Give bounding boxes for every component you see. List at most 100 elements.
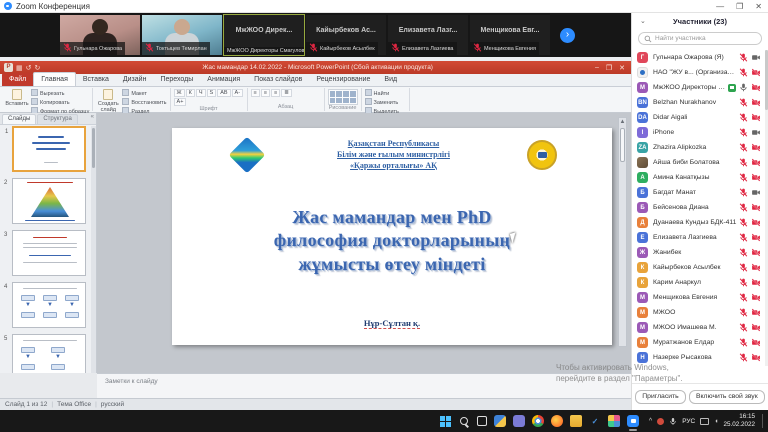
tray-volume-icon[interactable]: ◖: [714, 418, 718, 425]
taskview-icon[interactable]: [477, 416, 487, 426]
ppt-minimize-button[interactable]: –: [595, 64, 599, 72]
ribbon-tab-Анимация[interactable]: Анимация: [200, 73, 247, 86]
ribbon-group: Рисование: [325, 88, 362, 111]
thumbnail-graphic: [43, 295, 57, 301]
next-page-button[interactable]: ›: [560, 28, 575, 43]
ribbon-button[interactable]: S: [207, 89, 217, 97]
ribbon-button[interactable]: АВ: [217, 89, 230, 97]
notes-area[interactable]: Заметки к слайду: [97, 373, 631, 398]
save-icon[interactable]: ▦: [16, 64, 23, 72]
chrome-icon[interactable]: [532, 415, 544, 427]
slide-title: Жас мамандар мен PhD философия докторлар…: [202, 206, 582, 276]
ribbon-group-body: ЖКЧSАВА- А+: [174, 89, 244, 106]
clock[interactable]: 16:15 25.02.2022: [723, 413, 755, 429]
video-tile[interactable]: Елизавета Лазг...Елизавета Лазгиева: [388, 15, 468, 55]
ribbon-button[interactable]: Создать слайд: [96, 89, 120, 113]
language-indicator[interactable]: РУС: [682, 418, 695, 425]
maximize-button[interactable]: ❐: [736, 0, 743, 13]
firefox-icon[interactable]: [551, 415, 563, 427]
ppt-restore-button[interactable]: ❐: [606, 64, 612, 72]
slide-pane: СлайдыСтруктура« 1234▼▼▼5▼▼6: [0, 113, 97, 373]
ribbon: ВставитьВырезатьКопироватьФормат по обра…: [0, 87, 631, 113]
ribbon-button[interactable]: ≡: [251, 89, 260, 97]
ribbon-button[interactable]: Заменить: [365, 98, 399, 106]
participant-name: Менщикова Евгения: [653, 294, 737, 301]
tile-name-label: Токтыцев Темирлан: [142, 42, 210, 55]
undo-icon[interactable]: ↺: [26, 64, 32, 72]
pane-tab-Слайды[interactable]: Слайды: [2, 114, 36, 124]
widgets-icon[interactable]: [494, 415, 506, 427]
close-button[interactable]: ✕: [755, 0, 762, 13]
slide-thumbnails: 1234▼▼▼5▼▼6: [0, 126, 91, 373]
search-input[interactable]: Найти участника: [638, 32, 762, 45]
participants-header: ⌄ Участники (23): [632, 13, 768, 29]
finance-center-emblem-icon: [527, 140, 557, 170]
tray-chevron-icon[interactable]: ^: [649, 418, 652, 425]
onedrive-check-icon[interactable]: ✓: [589, 415, 601, 427]
pane-tab-Структура[interactable]: Структура: [37, 114, 77, 124]
ribbon-tab-Файл[interactable]: Файл: [2, 73, 33, 86]
ribbon-tab-Переходы[interactable]: Переходы: [153, 73, 200, 86]
ribbon-button[interactable]: Ж: [174, 89, 185, 97]
ribbon-tab-Рецензирование[interactable]: Рецензирование: [309, 73, 377, 86]
pane-collapse-icon[interactable]: «: [91, 114, 94, 124]
thumbnail-graphic: [21, 295, 35, 301]
tray-mic-icon[interactable]: [669, 417, 677, 426]
participant-name: Муратжанов Елдар: [653, 339, 737, 346]
participant-name: Didar Aigali: [653, 114, 737, 121]
slide-thumbnail-2[interactable]: 2: [12, 178, 86, 224]
minimize-button[interactable]: —: [716, 0, 724, 13]
slide-thumbnail-3[interactable]: 3: [12, 230, 86, 276]
collapse-chevron-icon[interactable]: ⌄: [640, 17, 646, 25]
ribbon-button[interactable]: Копировать: [31, 98, 89, 106]
scroll-up-icon[interactable]: ▲: [619, 118, 626, 126]
notification-edge[interactable]: [762, 414, 765, 428]
slide-thumbnail-5[interactable]: 5▼▼: [12, 334, 86, 373]
ribbon-tab-Показ слайдов[interactable]: Показ слайдов: [247, 73, 309, 86]
photos-icon[interactable]: [608, 415, 620, 427]
video-tile[interactable]: МжЖОО Дирек...МжЖОО Директоры Смагулова.…: [224, 15, 304, 55]
start-icon[interactable]: [440, 416, 451, 427]
ribbon-button[interactable]: ≡: [271, 89, 280, 97]
invite-button[interactable]: Пригласить: [635, 390, 685, 404]
ribbon-button[interactable]: А+: [174, 98, 187, 106]
thumbnail-number: 4: [4, 284, 7, 290]
ppt-close-button[interactable]: ✕: [619, 64, 625, 72]
scrollbar-thumb[interactable]: [620, 128, 625, 162]
search-icon[interactable]: [458, 415, 470, 427]
video-tile[interactable]: Токтыцев Темирлан: [142, 15, 222, 55]
ribbon-button[interactable]: ≣: [281, 89, 292, 97]
ribbon-button[interactable]: К: [186, 89, 195, 97]
slide-thumbnail-4[interactable]: 4▼▼▼: [12, 282, 86, 328]
ribbon-tab-Вставка[interactable]: Вставка: [76, 73, 116, 86]
ribbon-tab-Вид[interactable]: Вид: [377, 73, 404, 86]
ribbon-button[interactable]: Ч: [196, 89, 206, 97]
participant-row[interactable]: ННазерке Рысакова: [632, 350, 766, 365]
shapes-gallery[interactable]: [328, 89, 358, 105]
editor-scrollbar[interactable]: ▲: [618, 117, 627, 347]
video-tile[interactable]: Гульнара Ожарова: [60, 15, 140, 55]
unmute-button[interactable]: Включить свой звук: [689, 390, 765, 404]
ribbon-button[interactable]: Вставить: [5, 89, 29, 107]
slide-thumbnail-1[interactable]: 1: [12, 126, 86, 172]
tray-app-icon[interactable]: [657, 418, 664, 425]
video-tile[interactable]: Кайырбеков Ас...Кайырбеков Асылбек: [306, 15, 386, 55]
ribbon-tab-Главная[interactable]: Главная: [33, 72, 76, 86]
tray-keyboard-icon[interactable]: [700, 418, 709, 425]
thumbnail-arrow-icon: ▼: [69, 302, 75, 308]
ribbon-button[interactable]: ≡: [261, 89, 270, 97]
ribbon-button[interactable]: А-: [232, 89, 244, 97]
tile-name-text: Елизавета Лазгиева: [402, 46, 454, 52]
video-tile[interactable]: Менщикова Евг...Менщикова Евгения: [470, 15, 550, 55]
ribbon-button-icon: [12, 89, 22, 100]
ribbon-tab-Дизайн[interactable]: Дизайн: [116, 73, 154, 86]
explorer-icon[interactable]: [570, 415, 582, 427]
slide-canvas[interactable]: Қазақстан Республикасы Білім және ғылым …: [172, 128, 612, 345]
ribbon-button[interactable]: Найти: [365, 89, 399, 97]
ribbon-button[interactable]: Макет: [122, 89, 166, 97]
zoom-app-icon[interactable]: [627, 415, 639, 427]
chat-icon[interactable]: [513, 415, 525, 427]
ribbon-button[interactable]: Вырезать: [31, 89, 89, 97]
ribbon-button[interactable]: Восстановить: [122, 98, 166, 106]
pane-scrollbar[interactable]: [91, 126, 96, 373]
